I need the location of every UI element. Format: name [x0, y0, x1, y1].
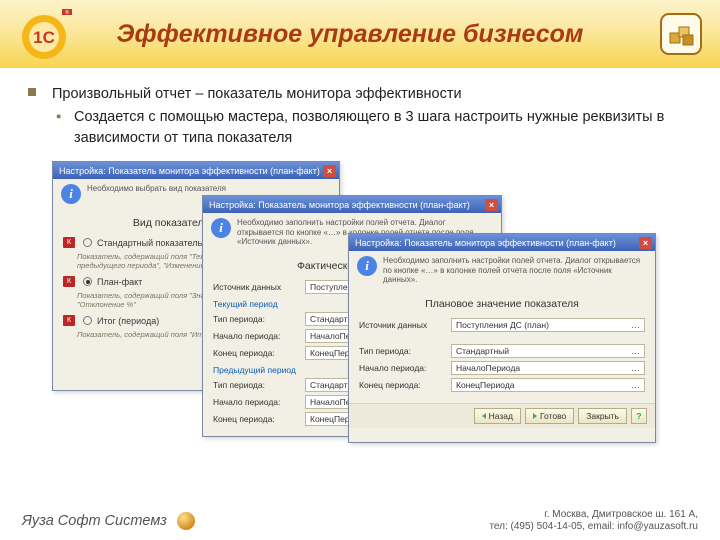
logo-1c: 1С ®	[18, 7, 82, 61]
window-titlebar[interactable]: Настройка: Показатель монитора эффективн…	[349, 234, 655, 251]
radio-label: План-факт	[97, 277, 142, 287]
info-icon: i	[211, 218, 231, 238]
source-field[interactable]: Поступления ДС (план)…	[451, 318, 645, 332]
body: Произвольный отчет – показатель монитора…	[0, 68, 720, 471]
kpi-icon: К	[63, 276, 75, 287]
field-label: Тип периода:	[359, 346, 445, 356]
period-type-field[interactable]: Стандартный…	[451, 344, 645, 358]
window-footer: Назад Готово Закрыть ?	[349, 403, 655, 428]
radio-icon	[83, 277, 92, 286]
window-title-text: Настройка: Показатель монитора эффективн…	[209, 200, 470, 210]
step-heading: Плановое значение показателя	[359, 298, 645, 310]
footer-phone: тел: (495) 504-14-05, email: info@yauzas…	[489, 521, 698, 534]
ellipsis-icon[interactable]: …	[631, 320, 640, 330]
finish-button[interactable]: Готово	[525, 408, 574, 424]
bullet-block: Произвольный отчет – показатель монитора…	[52, 84, 684, 149]
svg-text:1С: 1С	[33, 28, 55, 47]
field-label: Источник данных	[213, 282, 299, 292]
footer: Яуза Софт Системз г. Москва, Дмитровское…	[0, 502, 720, 540]
kpi-icon: К	[63, 237, 75, 248]
ellipsis-icon[interactable]: …	[631, 346, 640, 356]
bullet-sub: Создается с помощью мастера, позволяющег…	[74, 107, 684, 149]
field-label: Тип периода:	[213, 314, 299, 324]
chevron-right-icon	[533, 413, 537, 419]
screenshot-stage: Настройка: Показатель монитора эффективн…	[52, 161, 684, 461]
footer-address: г. Москва, Дмитровское ш. 161 А,	[489, 509, 698, 522]
radio-icon	[83, 316, 92, 325]
field-label: Начало периода:	[213, 331, 299, 341]
info-text: Необходимо заполнить настройки полей отч…	[383, 256, 647, 285]
footer-contact: г. Москва, Дмитровское ш. 161 А, тел: (4…	[489, 509, 698, 534]
window-title-text: Настройка: Показатель монитора эффективн…	[59, 166, 320, 176]
field-label: Тип периода:	[213, 380, 299, 390]
chevron-left-icon	[482, 413, 486, 419]
ellipsis-icon[interactable]: …	[631, 363, 640, 373]
svg-text:®: ®	[65, 9, 69, 16]
cubes-icon	[660, 13, 702, 55]
ellipsis-icon[interactable]: …	[631, 380, 640, 390]
kpi-icon: К	[63, 315, 75, 326]
field-label: Конец периода:	[213, 414, 299, 424]
window-titlebar[interactable]: Настройка: Показатель монитора эффективн…	[53, 162, 339, 179]
info-icon: i	[61, 184, 81, 204]
field-label: Источник данных	[359, 320, 445, 330]
field-label: Конец периода:	[213, 348, 299, 358]
radio-label: Итог (периода)	[97, 316, 159, 326]
close-icon[interactable]: ×	[639, 237, 652, 249]
period-start-field[interactable]: НачалоПериода…	[451, 361, 645, 375]
field-label: Конец периода:	[359, 380, 445, 390]
radio-icon	[83, 238, 92, 247]
company-name: Яуза Софт Системз	[22, 513, 167, 529]
header-bar: 1С ® Эффективное управление бизнесом	[0, 0, 720, 68]
field-label: Начало периода:	[359, 363, 445, 373]
help-button[interactable]: ?	[631, 408, 647, 424]
sphere-icon	[177, 512, 195, 530]
info-icon: i	[357, 256, 377, 276]
close-icon[interactable]: ×	[323, 165, 336, 177]
bullet-title: Произвольный отчет – показатель монитора…	[52, 84, 684, 105]
bullet-icon	[28, 88, 36, 96]
window-step3: Настройка: Показатель монитора эффективн…	[348, 233, 656, 443]
window-titlebar[interactable]: Настройка: Показатель монитора эффективн…	[203, 196, 501, 213]
radio-label: Стандартный показатель	[97, 238, 202, 248]
field-label: Начало периода:	[213, 397, 299, 407]
window-title-text: Настройка: Показатель монитора эффективн…	[355, 238, 616, 248]
page-title: Эффективное управление бизнесом	[90, 20, 610, 49]
close-icon[interactable]: ×	[485, 199, 498, 211]
period-end-field[interactable]: КонецПериода…	[451, 378, 645, 392]
info-text: Необходимо выбрать вид показателя	[87, 184, 226, 194]
back-button[interactable]: Назад	[474, 408, 521, 424]
close-button[interactable]: Закрыть	[578, 408, 627, 424]
